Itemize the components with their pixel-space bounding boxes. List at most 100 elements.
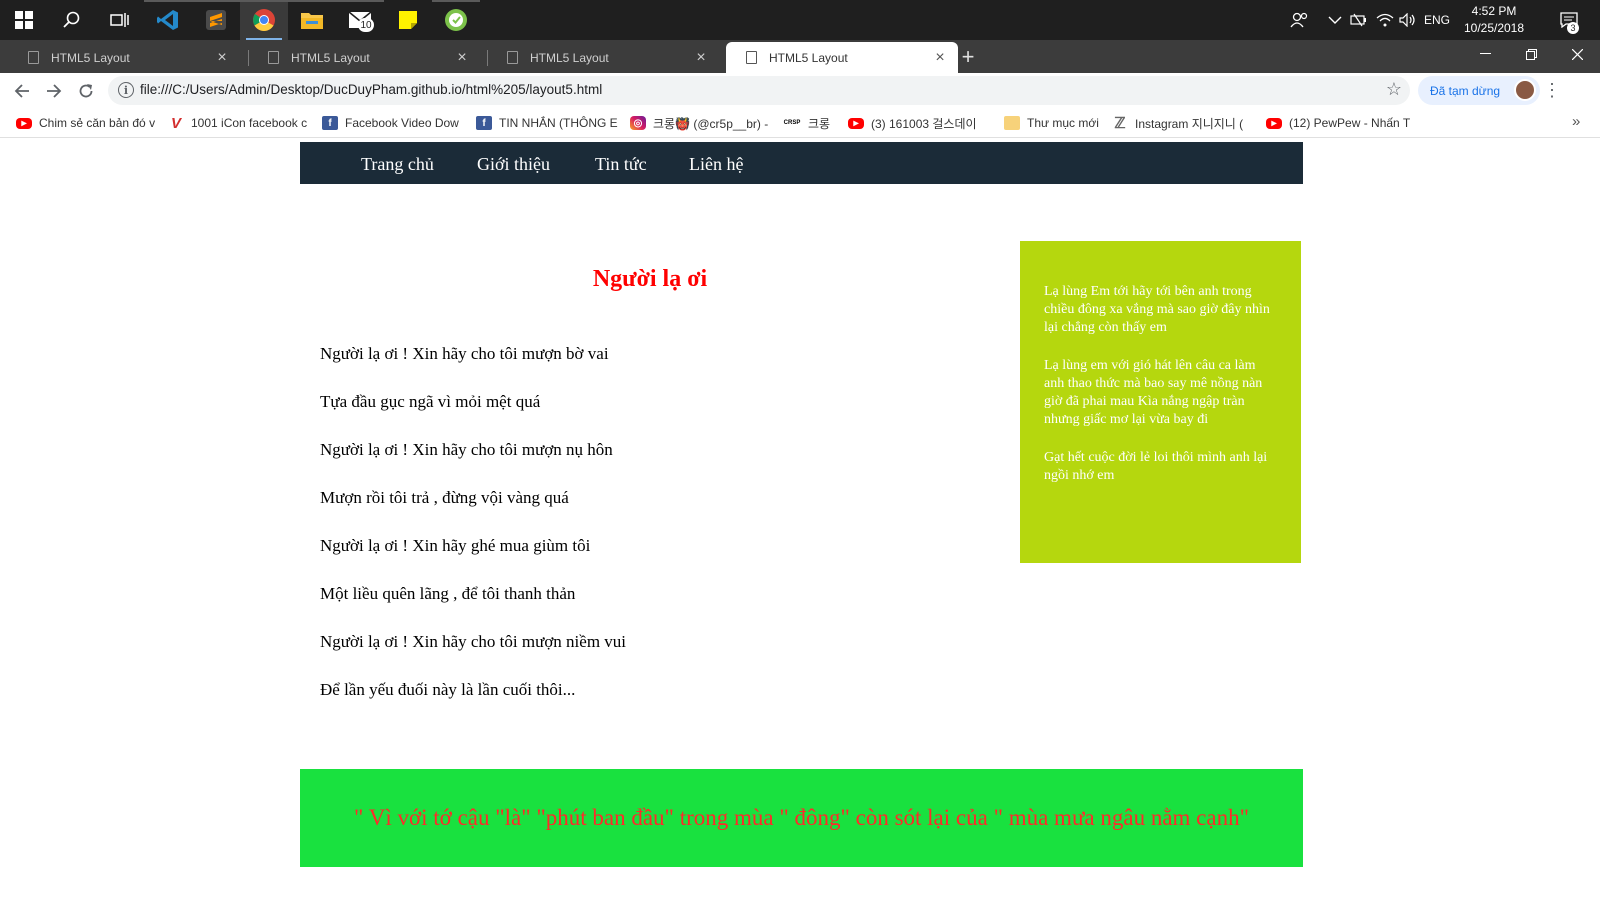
crsp-icon: CRSP [783,116,801,130]
poem-line: Người lạ ơi ! Xin hãy ghé mua giùm tôi [320,536,591,555]
close-icon[interactable]: × [450,49,474,67]
bookmark-label: Facebook Video Dow [345,116,459,130]
close-window-button[interactable] [1554,40,1600,68]
document-icon [746,51,757,64]
bookmarks-bar: ▸ Chim sẻ căn bản đó v V 1001 iCon faceb… [0,108,1600,138]
clock[interactable]: 4:52 PM 10/25/2018 [1458,3,1530,37]
poem-line: Để lần yếu đuối này là lần cuối thôi... [320,680,576,699]
site-footer: " Vì với tớ cậu "là" "phút ban đầu" tron… [300,769,1303,867]
bookmark-item[interactable]: ▸ (3) 161003 걸스데이 [848,114,977,132]
task-view-icon[interactable] [96,0,144,40]
document-icon [507,51,518,64]
close-icon[interactable]: × [689,49,713,67]
more-bookmarks-icon[interactable]: » [1572,113,1580,130]
youtube-icon: ▸ [16,117,32,129]
tab-title: HTML5 Layout [769,50,848,65]
bookmark-label: TIN NHẮN (THÔNG E [499,116,618,130]
avatar [1514,79,1536,101]
file-explorer-icon[interactable] [288,0,336,40]
bookmark-item[interactable]: ℤ Instagram 지니지니 ( [1112,114,1243,132]
action-center-icon[interactable] [1560,0,1578,40]
app-icon[interactable] [432,0,480,40]
browser-toolbar: i file:///C:/Users/Admin/Desktop/DucDuyP… [0,73,1600,108]
poem-line: Tựa đầu gục ngã vì mỏi mệt quá [320,392,541,411]
browser-tab[interactable]: HTML5 Layout × [8,42,240,73]
nav-link-home[interactable]: Trang chủ [361,154,434,175]
youtube-icon: ▸ [1266,117,1282,129]
clock-date: 10/25/2018 [1463,21,1525,35]
mail-icon[interactable]: 10 [336,0,384,40]
v-icon: V [168,115,184,132]
poem-line: Người lạ ơi ! Xin hãy cho tôi mượn nụ hô… [320,440,613,459]
bookmark-item[interactable]: V 1001 iCon facebook c [168,114,307,132]
back-button[interactable] [7,73,37,108]
forward-button[interactable] [39,73,69,108]
bookmark-item[interactable]: f TIN NHẮN (THÔNG E [476,114,618,132]
z-icon: ℤ [1112,115,1128,132]
language-indicator[interactable]: ENG [1424,0,1450,40]
browser-tab-strip: HTML5 Layout × HTML5 Layout × HTML5 Layo… [0,40,1600,73]
menu-icon[interactable]: ⋮ [1540,73,1564,108]
folder-icon [1004,116,1020,130]
browser-tab-active[interactable]: HTML5 Layout × [726,42,958,73]
sidebar-box: Lạ lùng Em tới hãy tới bên anh trong chi… [1020,241,1301,563]
bookmark-label: Instagram 지니지니 ( [1135,116,1244,131]
bookmark-item[interactable]: ▸ (12) PewPew - Nhấn T [1266,114,1410,132]
reload-button[interactable] [71,73,101,108]
poem-line: Người lạ ơi ! Xin hãy cho tôi mượn niềm … [320,632,627,651]
bookmark-item[interactable]: ▸ Chim sẻ căn bản đó v [16,114,155,132]
people-icon[interactable] [1290,0,1308,40]
new-tab-button[interactable]: + [956,40,980,73]
windows-start-icon[interactable] [0,0,48,40]
poem-line: Người lạ ơi ! Xin hãy cho tôi mượn bờ va… [320,344,609,363]
wifi-icon[interactable] [1376,0,1394,40]
bookmark-item[interactable]: ◎ 크롱👹 (@cr5p__br) - [630,114,768,132]
vscode-icon[interactable] [144,0,192,40]
bookmark-item[interactable]: CRSP 크롱 [783,114,830,132]
restore-button[interactable] [1508,40,1554,68]
nav-link-contact[interactable]: Liên hệ [689,154,743,175]
poem-line: Một liều quên lãng , để tôi thanh thản [320,584,576,603]
sidebar-paragraph: Gạt hết cuộc đời lẻ loi thôi mình anh lạ… [1044,450,1268,483]
bookmark-label: 1001 iCon facebook c [191,116,308,130]
bookmark-item[interactable]: Thư mục mới [1004,114,1099,132]
sublime-icon[interactable] [192,0,240,40]
facebook-icon: f [476,116,492,130]
windows-taskbar: 10 ENG 4:52 PM 10/25/2018 3 [0,0,1600,40]
volume-icon[interactable] [1399,0,1417,40]
battery-icon[interactable] [1350,0,1368,40]
instagram-icon: ◎ [630,116,646,130]
bookmark-item[interactable]: f Facebook Video Dow [322,114,459,132]
info-icon[interactable]: i [118,82,134,98]
document-icon [268,51,279,64]
facebook-icon: f [322,116,338,130]
poem-line: Mượn rồi tôi trả , đừng vội vàng quá [320,488,569,507]
close-icon[interactable]: × [210,49,234,67]
search-icon[interactable] [48,0,96,40]
sidebar-paragraph: Lạ lùng em với gió hát lên câu ca làm an… [1044,358,1263,427]
sticky-notes-icon[interactable] [384,0,432,40]
footer-quote: " Vì với tớ cậu "là" "phút ban đầu" tron… [353,805,1249,830]
chrome-icon[interactable] [240,0,288,40]
youtube-icon: ▸ [848,117,864,129]
chevron-up-icon[interactable] [1328,0,1342,40]
address-bar[interactable]: i file:///C:/Users/Admin/Desktop/DucDuyP… [108,76,1410,105]
mail-count-badge: 10 [358,18,374,32]
bookmark-label: 크롱👹 (@cr5p__br) - [653,116,769,131]
bookmark-label: Thư mục mới [1027,116,1099,130]
bookmark-label: 크롱 [808,116,831,131]
site-nav: Trang chủ Giới thiệu Tin tức Liên hệ [300,142,1303,184]
minimize-button[interactable] [1462,40,1508,68]
browser-tab[interactable]: HTML5 Layout × [487,42,719,73]
bookmark-star-icon[interactable]: ☆ [1386,79,1402,100]
nav-link-news[interactable]: Tin tức [595,154,647,175]
nav-link-about[interactable]: Giới thiệu [477,154,550,175]
sidebar-paragraph: Lạ lùng Em tới hãy tới bên anh trong chi… [1044,284,1270,335]
tab-title: HTML5 Layout [530,50,609,65]
bookmark-label: (12) PewPew - Nhấn T [1289,116,1411,130]
browser-tab[interactable]: HTML5 Layout × [248,42,480,73]
tab-title: HTML5 Layout [291,50,370,65]
close-icon[interactable]: × [928,49,952,67]
url-text[interactable]: file:///C:/Users/Admin/Desktop/DucDuyPha… [140,82,602,97]
profile-button[interactable]: Đã tạm dừng [1418,76,1540,105]
